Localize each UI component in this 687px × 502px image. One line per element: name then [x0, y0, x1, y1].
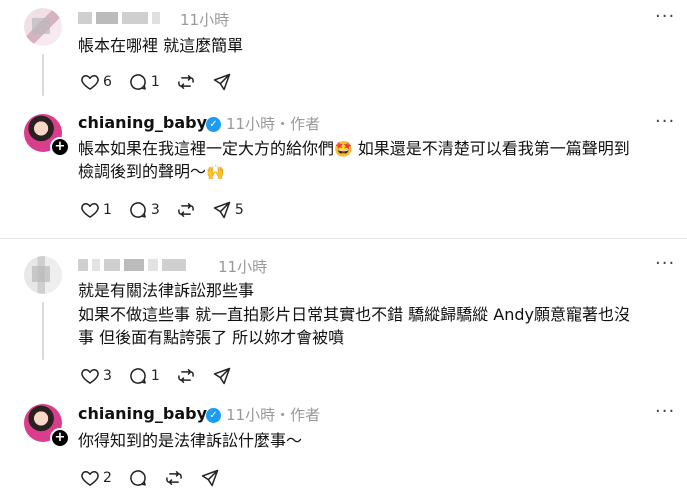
reply-actions: 1 3 5	[80, 200, 260, 220]
reply-button[interactable]: 1	[128, 72, 160, 92]
comment-actions: 6 1	[80, 72, 248, 92]
repost-button[interactable]	[176, 366, 196, 386]
like-count: 3	[103, 368, 112, 384]
verified-badge-icon: ✓	[206, 117, 221, 132]
reply-button[interactable]: 3	[128, 200, 160, 220]
comment-time: 11小時	[180, 11, 230, 29]
comment-icon	[128, 200, 148, 220]
comment-text-line3: 事 但後面有點誇張了 所以妳才會被噴	[78, 328, 345, 347]
heart-icon	[80, 366, 100, 386]
reply-time: 11小時・作者	[226, 406, 321, 424]
share-button[interactable]: 5	[212, 200, 244, 220]
comment-time: 11小時	[218, 258, 268, 276]
reply-count: 3	[150, 202, 160, 218]
share-icon	[212, 200, 232, 220]
more-dots-icon[interactable]: ···	[655, 253, 675, 274]
like-button[interactable]: 1	[80, 200, 112, 220]
heart-icon	[80, 72, 100, 92]
comment-thread: 11小時 ··· 帳本在哪裡 就這麼簡單 6 1 + chianing_baby…	[0, 0, 687, 502]
like-button[interactable]: 3	[80, 366, 112, 386]
repost-button[interactable]	[176, 72, 196, 92]
repost-icon	[176, 72, 196, 92]
follow-plus-icon[interactable]: +	[50, 428, 70, 448]
like-count: 2	[103, 470, 112, 486]
reply-text: 你得知到的是法律訴訟什麼事～	[78, 431, 303, 450]
share-icon	[200, 468, 220, 488]
like-count: 1	[103, 202, 112, 218]
author-username[interactable]: chianing_baby	[78, 404, 207, 423]
heart-icon	[80, 200, 100, 220]
repost-icon	[176, 366, 196, 386]
reply-text-line1: 帳本如果在我這裡一定大方的給你們🤩 如果還是不清楚可以看我第一篇聲明到	[78, 139, 630, 158]
raised-hands-emoji: 🙌	[206, 163, 225, 181]
like-count: 6	[103, 74, 112, 90]
comment-text: 帳本在哪裡 就這麼簡單	[78, 36, 244, 55]
reply-button[interactable]	[128, 468, 148, 488]
comment-icon	[128, 468, 148, 488]
heart-icon	[80, 468, 100, 488]
more-dots-icon[interactable]: ···	[655, 6, 675, 27]
verified-badge-icon: ✓	[206, 408, 221, 423]
share-button[interactable]	[200, 468, 220, 488]
share-button[interactable]	[212, 366, 232, 386]
reply-count: 1	[150, 368, 160, 384]
share-count: 5	[234, 202, 244, 218]
star-struck-emoji: 🤩	[334, 140, 353, 158]
reply-time: 11小時・作者	[226, 115, 321, 133]
commenter-name-blurred[interactable]	[78, 258, 186, 272]
follow-plus-icon[interactable]: +	[50, 137, 70, 157]
reply-button[interactable]: 1	[128, 366, 160, 386]
like-button[interactable]: 2	[80, 468, 112, 488]
repost-button[interactable]	[164, 468, 184, 488]
repost-icon	[176, 200, 196, 220]
comment-text-line2: 如果不做這些事 就一直拍影片日常其實也不錯 驕縱歸驕縱 Andy願意寵著也沒	[78, 305, 630, 324]
comment-icon	[128, 72, 148, 92]
reply-actions: 2	[80, 468, 236, 488]
comment-icon	[128, 366, 148, 386]
share-icon	[212, 72, 232, 92]
comment-actions: 3 1	[80, 366, 248, 386]
repost-button[interactable]	[176, 200, 196, 220]
share-icon	[212, 366, 232, 386]
comment-text-line1: 就是有關法律訴訟那些事	[78, 281, 255, 300]
author-username[interactable]: chianing_baby	[78, 113, 207, 132]
repost-icon	[164, 468, 184, 488]
reply-text-line2: 檢調後到的聲明～🙌	[78, 162, 225, 181]
thread-connector	[42, 302, 44, 360]
thread-connector	[42, 54, 44, 96]
thread-divider	[0, 238, 687, 239]
reply-count: 1	[150, 74, 160, 90]
commenter-name-blurred[interactable]	[78, 11, 160, 25]
share-button[interactable]	[212, 72, 232, 92]
more-dots-icon[interactable]: ···	[655, 111, 675, 132]
commenter-avatar[interactable]	[24, 8, 62, 46]
like-button[interactable]: 6	[80, 72, 112, 92]
commenter-avatar[interactable]	[24, 256, 62, 294]
more-dots-icon[interactable]: ···	[655, 401, 675, 422]
